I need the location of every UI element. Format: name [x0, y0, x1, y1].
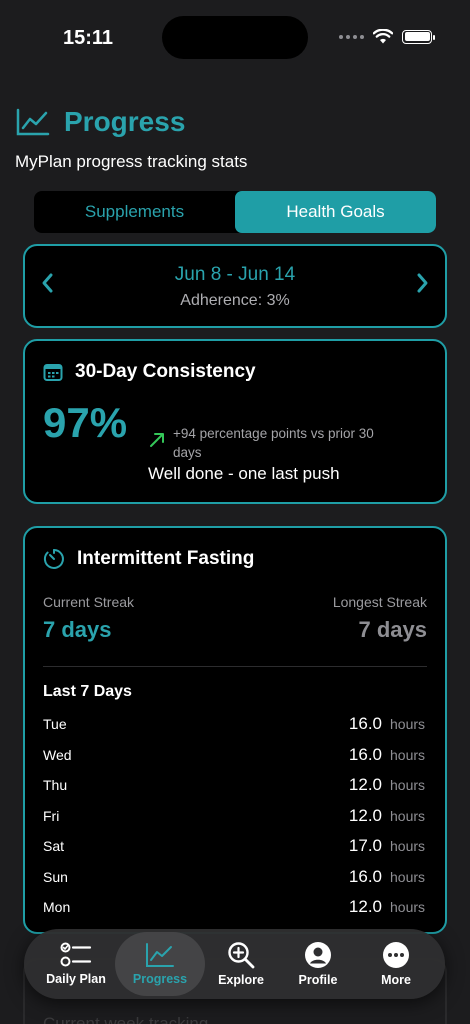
magnifier-plus-icon — [228, 942, 255, 969]
list-item: Mon 12.0 hours — [43, 892, 427, 923]
bottom-tab-bar: Daily Plan Progress Explore Profile More — [24, 929, 445, 999]
chevron-right-icon[interactable] — [416, 272, 430, 294]
day-hours: 16.0 — [348, 866, 382, 886]
longest-streak-label: Longest Streak — [332, 594, 427, 610]
tab-progress[interactable]: Progress — [124, 929, 196, 999]
calendar-icon — [43, 364, 63, 381]
day-hours: 17.0 — [348, 836, 382, 856]
intermittent-fasting-card: Intermittent Fasting Current Streak 7 da… — [23, 526, 447, 934]
hours-unit: hours — [390, 868, 426, 885]
page-header: Progress — [16, 106, 185, 138]
hours-unit: hours — [390, 807, 426, 824]
section-divider — [43, 666, 427, 667]
longest-streak-value: 7 days — [358, 617, 428, 642]
status-bar: 15:11 — [0, 0, 470, 76]
list-item: Thu 12.0 hours — [43, 770, 427, 801]
person-circle-icon — [305, 942, 331, 968]
week-adherence: Adherence: 3% — [180, 292, 290, 309]
checklist-icon — [60, 942, 92, 967]
goal-type-segmented-control: Supplements Health Goals — [34, 191, 436, 233]
last-7-days-title: Last 7 Days — [43, 683, 132, 700]
fasting-days-list: Tue 16.0 hours Wed 16.0 hours Thu 12.0 hour… — [43, 709, 427, 923]
hours-unit: hours — [390, 838, 426, 855]
consistency-message: Well done - one last push — [148, 464, 340, 483]
week-range: Jun 8 - Jun 14 — [174, 264, 296, 285]
tab-label: Profile — [298, 973, 338, 987]
list-item: Fri 12.0 hours — [43, 801, 427, 832]
consistency-card: 30-Day Consistency 97% +94 percentage po… — [23, 339, 447, 504]
list-item: Tue 16.0 hours — [43, 709, 427, 740]
fasting-title: Intermittent Fasting — [77, 548, 255, 569]
chart-line-icon — [146, 943, 174, 967]
tab-label: Progress — [132, 972, 188, 986]
status-icons — [339, 29, 435, 44]
tab-daily-plan[interactable]: Daily Plan — [40, 929, 112, 999]
current-streak-label: Current Streak — [43, 594, 135, 610]
day-label: Wed — [43, 746, 72, 763]
list-item: Sat 17.0 hours — [43, 831, 427, 862]
segment-health-goals[interactable]: Health Goals — [235, 191, 436, 233]
hours-unit: hours — [390, 777, 426, 794]
fasting-title-row: Intermittent Fasting — [43, 548, 254, 570]
current-streak-value: 7 days — [43, 617, 112, 642]
day-hours: 12.0 — [348, 805, 382, 825]
hours-unit: hours — [390, 899, 426, 916]
hours-unit: hours — [390, 716, 426, 733]
tab-label: Explore — [218, 973, 264, 987]
signal-icon — [339, 34, 364, 39]
day-label: Sun — [43, 868, 68, 885]
consistency-title-row: 30-Day Consistency — [43, 361, 256, 383]
day-label: Sat — [43, 838, 65, 855]
consistency-percent: 97% — [43, 399, 128, 446]
tab-label: More — [381, 973, 411, 987]
ellipsis-circle-icon — [383, 942, 409, 968]
week-selector-card: Jun 8 - Jun 14 Adherence: 3% — [23, 244, 447, 328]
day-hours: 16.0 — [348, 714, 382, 734]
day-hours: 16.0 — [348, 744, 382, 764]
day-hours: 12.0 — [348, 897, 382, 917]
segment-supplements[interactable]: Supplements — [34, 191, 235, 233]
page-title: Progress — [64, 106, 186, 137]
chart-line-icon — [16, 108, 50, 136]
status-time: 15:11 — [63, 27, 114, 49]
tab-more[interactable]: More — [360, 929, 432, 999]
day-label: Fri — [43, 807, 60, 824]
trend-up-arrow-icon — [150, 433, 164, 447]
tab-profile[interactable]: Profile — [282, 929, 354, 999]
consistency-title: 30-Day Consistency — [75, 361, 256, 382]
page-subtitle: MyPlan progress tracking stats — [15, 152, 248, 171]
consistency-delta: +94 percentage points vs prior 30 days — [173, 426, 374, 460]
timer-icon — [43, 549, 64, 569]
day-label: Mon — [43, 899, 71, 916]
list-item: Sun 16.0 hours — [43, 862, 427, 893]
day-hours: 12.0 — [348, 775, 382, 795]
tab-explore[interactable]: Explore — [205, 929, 277, 999]
day-label: Thu — [43, 777, 68, 794]
list-item: Wed 16.0 hours — [43, 740, 427, 771]
weekly-tracking-text: Current week tracking — [43, 1014, 209, 1024]
tab-label: Daily Plan — [46, 972, 106, 986]
day-label: Tue — [43, 716, 67, 733]
dynamic-island — [162, 16, 308, 59]
wifi-icon — [373, 29, 393, 44]
battery-icon — [402, 29, 435, 44]
hours-unit: hours — [390, 746, 426, 763]
